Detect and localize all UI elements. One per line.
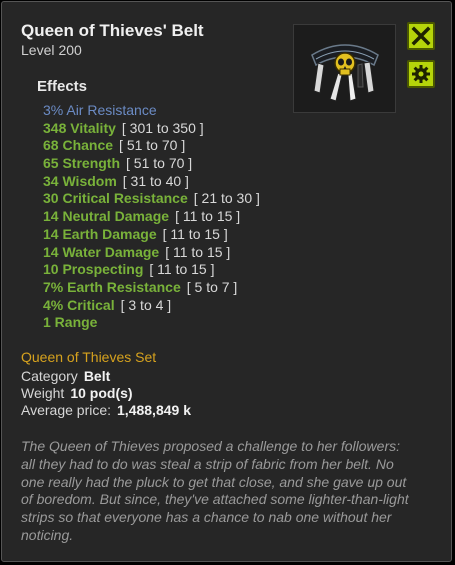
effect-name: 14 Neutral Damage <box>43 208 170 225</box>
item-level: Level 200 <box>21 42 82 58</box>
effect-row: 34 Wisdom [ 31 to 40 ] <box>43 173 260 191</box>
item-description: The Queen of Thieves proposed a challeng… <box>21 438 409 543</box>
close-button[interactable] <box>407 22 435 50</box>
effect-name: 14 Water Damage <box>43 243 160 260</box>
effect-range: [ 5 to 7 ] <box>186 278 238 295</box>
effect-range: [ 51 to 70 ] <box>126 155 193 172</box>
weight-value: 10 pod(s) <box>70 385 133 401</box>
item-image-frame <box>293 24 396 113</box>
effect-range: [ 51 to 70 ] <box>119 137 186 154</box>
effect-range: [ 11 to 15 ] <box>175 208 241 225</box>
effect-range: [ 21 to 30 ] <box>193 190 260 207</box>
price-value: 1,488,849 k <box>117 402 191 418</box>
effect-name: 68 Chance <box>43 137 114 154</box>
effect-row: 348 Vitality [ 301 to 350 ] <box>43 120 260 138</box>
effect-range: [ 11 to 15 ] <box>162 225 228 242</box>
effect-row: 7% Earth Resistance [ 5 to 7 ] <box>43 279 260 297</box>
effect-range: [ 3 to 4 ] <box>120 296 172 313</box>
effect-name: 14 Earth Damage <box>43 225 157 242</box>
effect-name: 348 Vitality <box>43 119 116 136</box>
effect-row: 65 Strength [ 51 to 70 ] <box>43 155 260 173</box>
effects-list: 3% Air Resistance 348 Vitality [ 301 to 3… <box>43 102 260 332</box>
effect-row: 14 Water Damage [ 11 to 15 ] <box>43 244 260 262</box>
item-set-link[interactable]: Queen of Thieves Set <box>21 349 156 365</box>
effect-name: 3% Air Resistance <box>43 102 157 118</box>
weight-row: Weight 10 pod(s) <box>21 385 191 402</box>
effect-name: 65 Strength <box>43 155 121 172</box>
close-x-icon <box>411 26 431 46</box>
effect-row: 14 Neutral Damage [ 11 to 15 ] <box>43 208 260 226</box>
effect-name: 7% Earth Resistance <box>43 278 181 295</box>
effect-range: [ 31 to 40 ] <box>122 172 189 189</box>
effect-name: 34 Wisdom <box>43 172 117 189</box>
effect-row: 1 Range <box>43 314 260 332</box>
weight-label: Weight <box>21 385 65 401</box>
price-label: Average price: <box>21 402 112 418</box>
item-properties: Category Belt Weight 10 pod(s) Average pri… <box>21 368 191 419</box>
category-label: Category <box>21 368 78 384</box>
level-label: Level <box>21 42 55 58</box>
item-name: Queen of Thieves' Belt <box>21 21 204 40</box>
effect-name: 30 Critical Resistance <box>43 190 188 207</box>
effect-name: 1 Range <box>43 314 98 331</box>
effect-name: 10 Prospecting <box>43 261 144 278</box>
gear-icon <box>412 65 430 83</box>
effect-range: [ 11 to 15 ] <box>165 243 231 260</box>
effects-heading: Effects <box>37 78 88 95</box>
category-value: Belt <box>83 368 111 384</box>
category-row: Category Belt <box>21 368 191 385</box>
effect-row: 10 Prospecting [ 11 to 15 ] <box>43 261 260 279</box>
settings-button[interactable] <box>407 60 435 88</box>
effect-row: 30 Critical Resistance [ 21 to 30 ] <box>43 190 260 208</box>
effect-range: [ 301 to 350 ] <box>121 119 204 136</box>
price-row: Average price: 1,488,849 k <box>21 402 191 419</box>
skull-belt-icon <box>311 44 379 102</box>
effect-name: 4% Critical <box>43 296 115 313</box>
effect-row: 3% Air Resistance <box>43 102 260 120</box>
effect-row: 14 Earth Damage [ 11 to 15 ] <box>43 226 260 244</box>
level-value: 200 <box>58 42 82 58</box>
effect-row: 4% Critical [ 3 to 4 ] <box>43 297 260 315</box>
effect-range: [ 11 to 15 ] <box>149 261 215 278</box>
effect-row: 68 Chance [ 51 to 70 ] <box>43 137 260 155</box>
